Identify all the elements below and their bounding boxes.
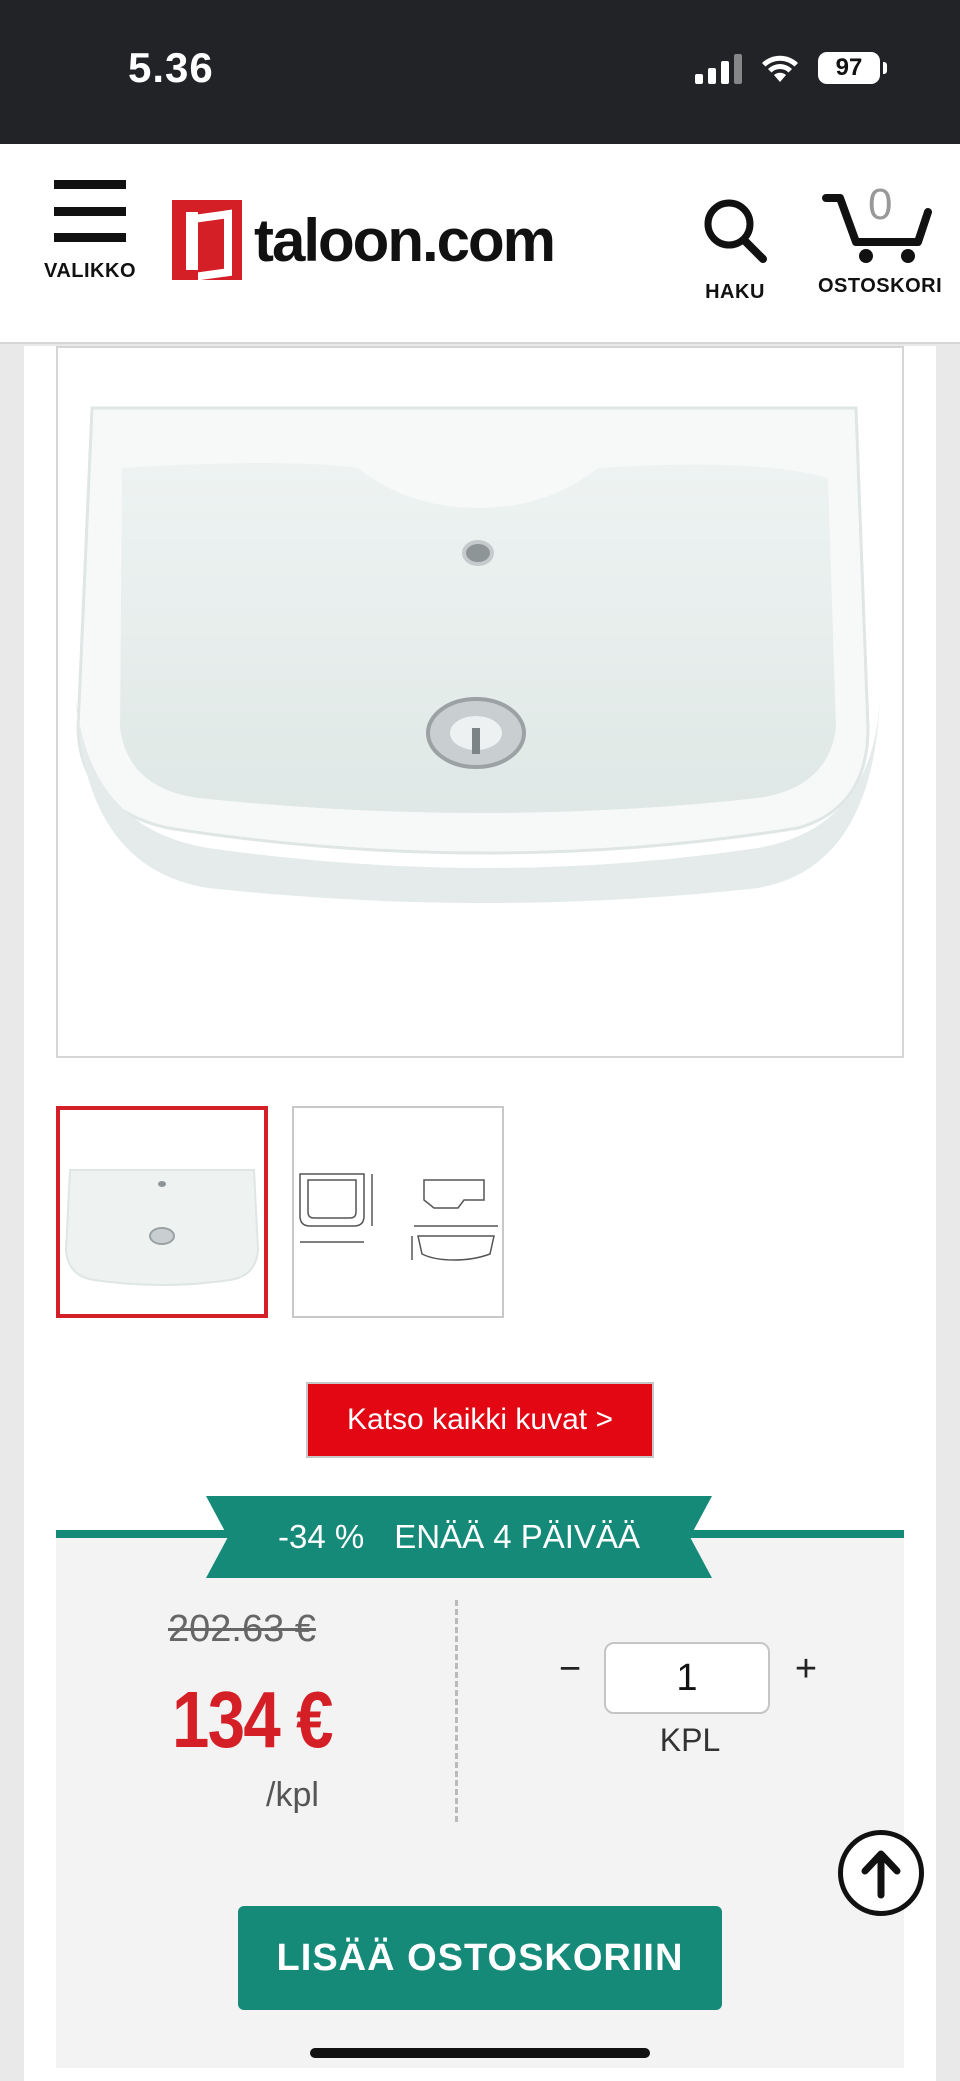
washbasin-image [76, 406, 880, 903]
quantity-input[interactable] [604, 1642, 770, 1714]
quantity-increase-button[interactable]: + [788, 1648, 824, 1698]
page-scrollbar[interactable] [936, 346, 960, 2081]
promo-ribbon-text: -34 % ENÄÄ 4 PÄIVÄÄ [206, 1496, 712, 1578]
price-unit: /kpl [266, 1776, 319, 1814]
site-header: VALIKKO taloon.com HAKU 0 OSTOSKORI [0, 144, 960, 344]
menu-label: VALIKKO [43, 260, 136, 282]
cart-count: 0 [868, 180, 893, 229]
technical-drawing-thumbnail-image [299, 1173, 498, 1261]
current-price: 134 € [172, 1675, 333, 1764]
scroll-to-top-button[interactable] [838, 1830, 924, 1916]
cart-label: OSTOSKORI [818, 275, 943, 297]
search-icon [704, 199, 767, 263]
arrow-up-icon [861, 1850, 901, 1899]
logo-text: taloon.com [254, 206, 556, 274]
price-quantity-divider [455, 1600, 458, 1822]
status-time: 5.36 [128, 44, 214, 91]
days-remaining: ENÄÄ 4 PÄIVÄÄ [394, 1518, 640, 1555]
old-price: 202.63 € [168, 1608, 316, 1650]
thumbnail-drawing[interactable] [292, 1106, 504, 1318]
logo-mark-icon [172, 200, 242, 280]
thumbnail-photo[interactable] [56, 1106, 268, 1318]
washbasin-thumbnail-image [64, 1169, 260, 1286]
quantity-decrease-button[interactable]: − [552, 1648, 588, 1698]
cart-button[interactable]: 0 OSTOSKORI [818, 180, 943, 298]
quantity-unit: KPL [659, 1722, 721, 1758]
discount-percent: -34 % [278, 1518, 365, 1555]
site-logo[interactable]: taloon.com [172, 200, 556, 280]
cellular-signal-icon [695, 52, 742, 84]
add-to-cart-button[interactable]: LISÄÄ OSTOSKORIIN [238, 1906, 722, 2010]
battery-icon: 97 [818, 52, 887, 84]
product-main-image[interactable] [56, 346, 904, 1058]
menu-button[interactable]: VALIKKO [40, 180, 140, 283]
promo-ribbon: -34 % ENÄÄ 4 PÄIVÄÄ [206, 1496, 712, 1578]
status-icons: 97 [695, 52, 887, 84]
view-all-images-button[interactable]: Katso kaikki kuvat > [306, 1382, 654, 1458]
status-bar: 5.36 97 [0, 0, 960, 144]
search-button[interactable]: HAKU [690, 196, 780, 304]
search-label: HAKU [705, 281, 765, 303]
hamburger-icon [54, 180, 126, 242]
wifi-icon [762, 55, 798, 82]
home-indicator[interactable] [310, 2048, 650, 2058]
